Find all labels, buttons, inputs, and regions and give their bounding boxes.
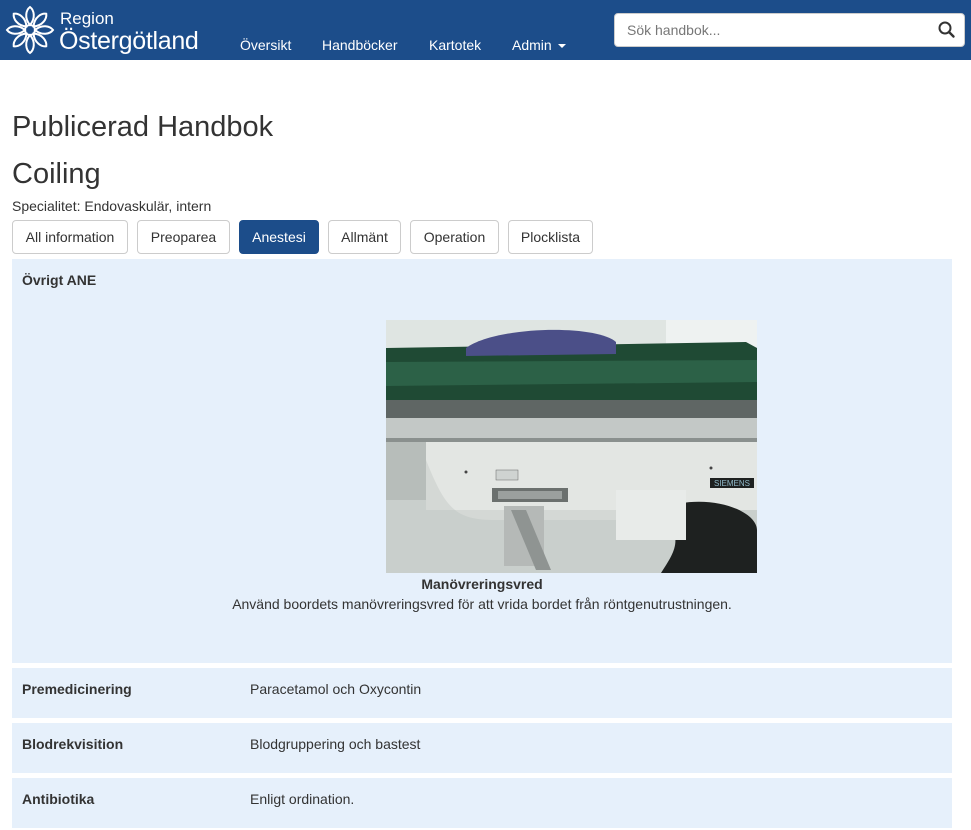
row-value: Blodgruppering och bastest	[250, 736, 421, 752]
operating-table-photo: SIEMENS	[386, 320, 757, 573]
row-label: Antibiotika	[22, 791, 95, 807]
image-caption-title: Manövreringsvred	[421, 576, 543, 592]
tab-plocklista[interactable]: Plocklista	[508, 220, 593, 254]
page-title: Publicerad Handbok	[12, 111, 274, 143]
nav-link-kartotek[interactable]: Kartotek	[429, 36, 481, 54]
nav-link-admin-label: Admin	[512, 37, 552, 53]
brand-name-text[interactable]: Östergötland	[59, 26, 199, 56]
handbook-name: Coiling	[12, 158, 101, 190]
row-value: Paracetamol och Oxycontin	[250, 681, 422, 697]
siemens-label: SIEMENS	[714, 479, 750, 488]
caret-down-icon	[557, 44, 566, 49]
region-logo-icon[interactable]	[4, 4, 56, 56]
search-group	[614, 13, 965, 47]
image-caption-text: Använd boordets manövreringsvred för att…	[232, 596, 732, 612]
tab-all-information[interactable]: All information	[12, 220, 128, 254]
row-value: Enligt ordination.	[250, 791, 355, 807]
row-premedicinering: Premedicinering Paracetamol och Oxyconti…	[12, 668, 952, 718]
tab-anestesi[interactable]: Anestesi	[239, 220, 319, 254]
specialty-text: Specialitet: Endovaskulär, intern	[12, 198, 212, 214]
nav-dropdown-admin[interactable]: Admin	[512, 36, 566, 54]
top-navbar: Region Östergötland Översikt Handböcker …	[0, 0, 971, 60]
row-antibiotika: Antibiotika Enligt ordination.	[12, 778, 952, 828]
row-label: Premedicinering	[22, 681, 132, 697]
search-button[interactable]	[930, 14, 964, 46]
search-icon	[938, 21, 955, 38]
search-input[interactable]	[615, 14, 933, 46]
nav-link-handbocker[interactable]: Handböcker	[322, 36, 398, 54]
nav-link-oversikt[interactable]: Översikt	[240, 36, 291, 54]
section-label: Övrigt ANE	[22, 272, 97, 288]
tab-preoparea[interactable]: Preoparea	[137, 220, 230, 254]
row-label: Blodrekvisition	[22, 736, 124, 752]
tab-allmant[interactable]: Allmänt	[328, 220, 401, 254]
row-blodrekvisition: Blodrekvisition Blodgruppering och baste…	[12, 723, 952, 773]
section-ovrigt-ane: Övrigt ANE SIEMENS Manövreringsvred Anvä…	[12, 259, 952, 663]
tab-operation[interactable]: Operation	[410, 220, 499, 254]
